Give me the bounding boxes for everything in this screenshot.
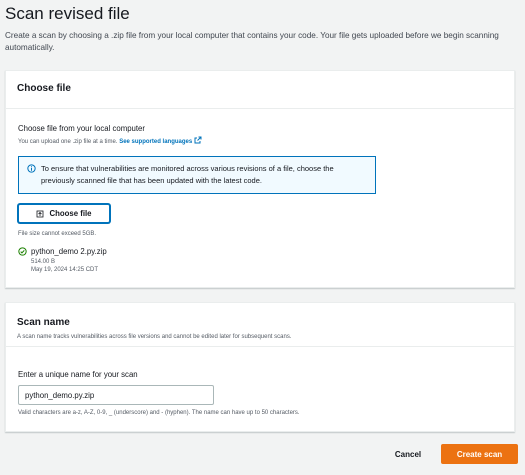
success-check-icon [18,247,27,256]
info-text: To ensure that vulnerabilities are monit… [41,164,334,185]
scan-name-description: A scan name tracks vulnerabilities acros… [17,334,292,340]
create-scan-button[interactable]: Create scan [441,444,518,464]
scan-name-title: Scan name [17,317,70,328]
file-details: python_demo 2.py.zip 514.00 B May 19, 20… [31,247,107,274]
page-title: Scan revised file [5,4,130,23]
file-modified: May 19, 2024 14:25 CDT [31,267,99,273]
scan-name-input[interactable] [18,385,214,405]
scan-name-constraint: Valid characters are a-z, A-Z, 0-9, _ (u… [18,410,300,416]
choose-file-button-label: Choose file [49,209,92,218]
hint-text: You can upload one .zip file at a time. [18,139,118,145]
scan-name-label: Enter a unique name for your scan [18,370,138,379]
external-link-icon [194,136,202,144]
supported-languages-link-text: See supported languages [119,139,193,145]
choose-file-button[interactable]: Choose file [18,204,110,223]
info-icon [27,164,36,173]
choose-file-label: Choose file from your local computer [18,124,145,133]
scan-name-header: Scan name A scan name tracks vulnerabili… [6,303,514,347]
cancel-button[interactable]: Cancel [378,444,438,464]
choose-file-panel: Choose file Choose file from your local … [5,70,515,288]
choose-file-header: Choose file [6,71,514,109]
file-size-constraint: File size cannot exceed 5GB. [18,231,97,237]
page-description: Create a scan by choosing a .zip file fr… [5,31,499,52]
file-name: python_demo 2.py.zip [31,247,107,256]
scan-name-panel: Scan name A scan name tracks vulnerabili… [5,302,515,432]
selected-file: python_demo 2.py.zip 514.00 B May 19, 20… [18,247,107,274]
upload-icon [37,210,44,217]
choose-file-hint: You can upload one .zip file at a time. … [18,136,202,145]
supported-languages-link[interactable]: See supported languages [119,136,202,145]
file-size: 514.00 B [31,259,56,265]
info-alert: To ensure that vulnerabilities are monit… [18,156,376,194]
